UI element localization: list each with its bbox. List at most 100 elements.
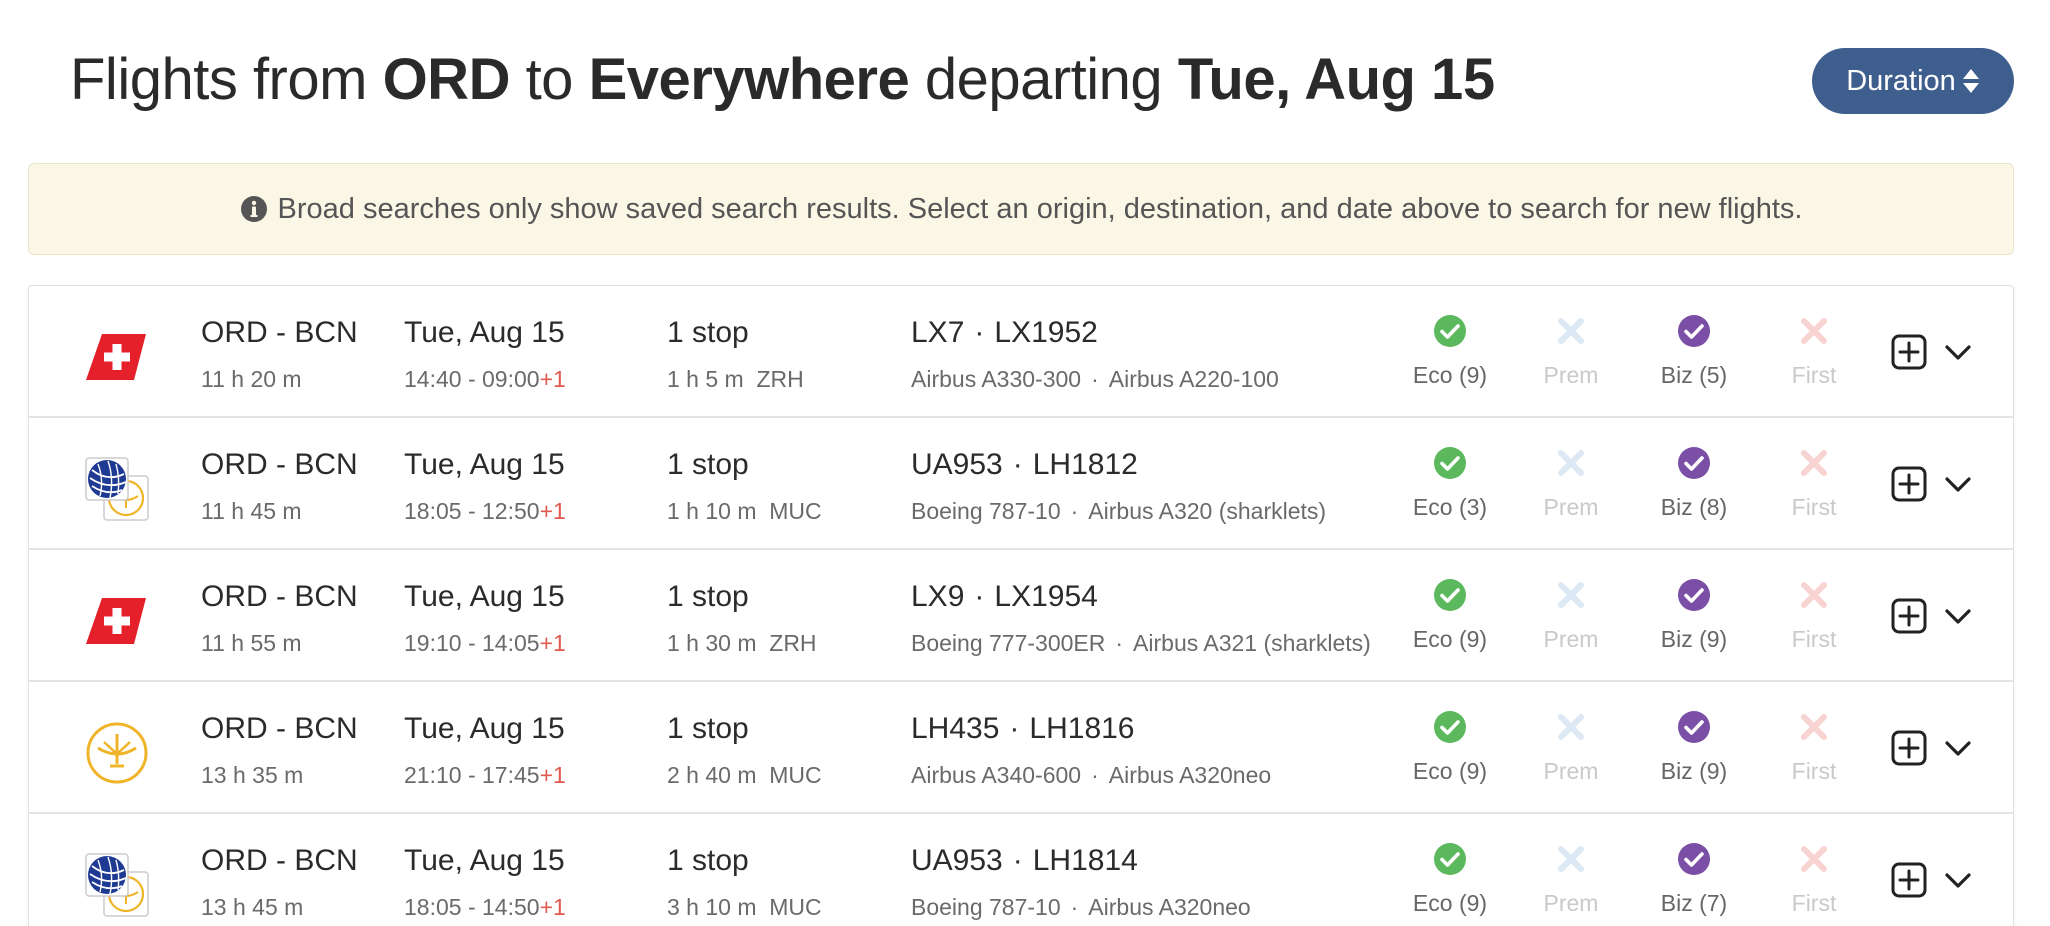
cabin-premium: Prem [1516,446,1626,521]
chevron-down-icon[interactable] [1943,868,1973,892]
flight-number-2: LH1816 [1029,712,1135,745]
x-icon [1558,714,1584,740]
time-range: 21:10 - 17:45 [404,762,540,788]
total-duration: 13 h 35 m [201,762,304,788]
flight-number-1: LH435 [911,712,1000,745]
separator-dot: · [1115,630,1124,656]
cabin-economy: Eco (9) [1395,710,1505,785]
cabin-first: First [1759,710,1869,785]
route: ORD - BCN [201,712,358,745]
flight-times: 14:40 - 09:00+1 [404,366,566,393]
flight-numbers: LH435 · LH1816 [911,712,1135,746]
route: ORD - BCN [201,448,358,481]
flight-row[interactable]: ORD - BCN 11 h 45 m Tue, Aug 15 18:05 - … [29,418,2013,550]
cabin-economy: Eco (9) [1395,842,1505,917]
stops-count: 1 stop [667,712,749,745]
cabin-premium: Prem [1516,578,1626,653]
add-plus-icon[interactable] [1891,730,1927,766]
economy-label: Eco (9) [1412,626,1488,652]
chevron-down-icon[interactable] [1943,604,1973,628]
business-label: Biz (9) [1660,758,1728,784]
economy-label: Eco (9) [1412,890,1488,916]
route: ORD - BCN [201,316,358,349]
check-circle-icon [1678,315,1710,347]
x-icon [1801,450,1827,476]
layover-info: 1 h 5 m ZRH [667,366,804,392]
flight-row[interactable]: ORD - BCN 13 h 35 m Tue, Aug 15 21:10 - … [29,682,2013,814]
flight-row[interactable]: ORD - BCN 11 h 55 m Tue, Aug 15 19:10 - … [29,550,2013,682]
title-date: Tue, Aug 15 [1177,47,1495,112]
united-lufthansa-logo-icon [85,853,149,917]
aircraft-2: Airbus A320 (sharklets) [1088,498,1327,524]
add-plus-icon[interactable] [1891,598,1927,634]
route: ORD - BCN [201,580,358,613]
layover-info: 2 h 40 m MUC [667,762,822,788]
time-range: 18:05 - 14:50 [404,894,540,920]
aircraft-2: Airbus A220-100 [1108,366,1279,392]
separator-dot: · [1012,844,1023,877]
x-icon [1558,450,1584,476]
departure-date: Tue, Aug 15 [404,844,565,877]
flight-times: 19:10 - 14:05+1 [404,630,566,657]
chevron-down-icon[interactable] [1943,736,1973,760]
total-duration: 11 h 20 m [201,366,302,392]
check-circle-icon [1434,843,1466,875]
flight-numbers: LX7 · LX1952 [911,316,1098,350]
title-destination: Everywhere [588,47,910,112]
title-text-2: to [509,47,589,112]
info-icon [240,196,267,222]
aircraft-types: Boeing 777-300ER · Airbus A321 (sharklets) [911,630,1371,657]
flight-times: 21:10 - 17:45+1 [404,762,566,789]
business-label: Biz (5) [1660,362,1728,388]
check-circle-icon [1678,447,1710,479]
chevron-down-icon[interactable] [1943,340,1973,364]
time-range: 14:40 - 09:00 [404,366,540,392]
economy-label: Eco (3) [1412,494,1488,520]
airline-logo [84,588,150,654]
stops-count: 1 stop [667,316,749,349]
business-label: Biz (9) [1660,626,1728,652]
separator-dot: · [974,316,985,349]
cabin-business: Biz (7) [1639,842,1749,917]
add-plus-icon[interactable] [1891,466,1927,502]
flight-row[interactable]: ORD - BCN 13 h 45 m Tue, Aug 15 18:05 - … [29,814,2013,926]
premium-label: Prem [1543,362,1599,388]
next-day-indicator: +1 [539,762,566,788]
flight-numbers: UA953 · LH1812 [911,448,1138,482]
aircraft-1: Airbus A330-300 [911,366,1082,392]
flight-times: 18:05 - 12:50+1 [404,498,566,525]
title-text-3: departing [909,47,1178,112]
check-circle-icon [1434,711,1466,743]
business-label: Biz (8) [1660,494,1728,520]
aircraft-1: Airbus A340-600 [911,762,1082,788]
x-icon [1801,714,1827,740]
chevron-down-icon[interactable] [1943,472,1973,496]
departure-date: Tue, Aug 15 [404,580,565,613]
add-plus-icon[interactable] [1891,862,1927,898]
check-circle-icon [1434,447,1466,479]
x-icon [1801,846,1827,872]
departure-date: Tue, Aug 15 [404,448,565,481]
x-icon [1558,582,1584,608]
add-plus-icon[interactable] [1891,334,1927,370]
stops-count: 1 stop [667,580,749,613]
cabin-business: Biz (5) [1639,314,1749,389]
total-duration: 11 h 55 m [201,630,302,656]
sort-duration-button[interactable]: Duration [1812,48,2014,114]
check-circle-icon [1678,843,1710,875]
next-day-indicator: +1 [539,498,566,524]
time-range: 18:05 - 12:50 [404,498,540,524]
flight-numbers: LX9 · LX1954 [911,580,1098,614]
premium-label: Prem [1543,494,1599,520]
economy-label: Eco (9) [1412,362,1488,388]
first-label: First [1791,758,1837,784]
premium-label: Prem [1543,626,1599,652]
flight-results-list: ORD - BCN 11 h 20 m Tue, Aug 15 14:40 - … [28,285,2014,926]
flight-numbers: UA953 · LH1814 [911,844,1138,878]
separator-dot: · [1009,712,1020,745]
airline-logo [84,720,150,786]
flight-row[interactable]: ORD - BCN 11 h 20 m Tue, Aug 15 14:40 - … [29,286,2013,418]
flight-number-1: UA953 [911,448,1003,481]
cabin-first: First [1759,446,1869,521]
cabin-first: First [1759,314,1869,389]
